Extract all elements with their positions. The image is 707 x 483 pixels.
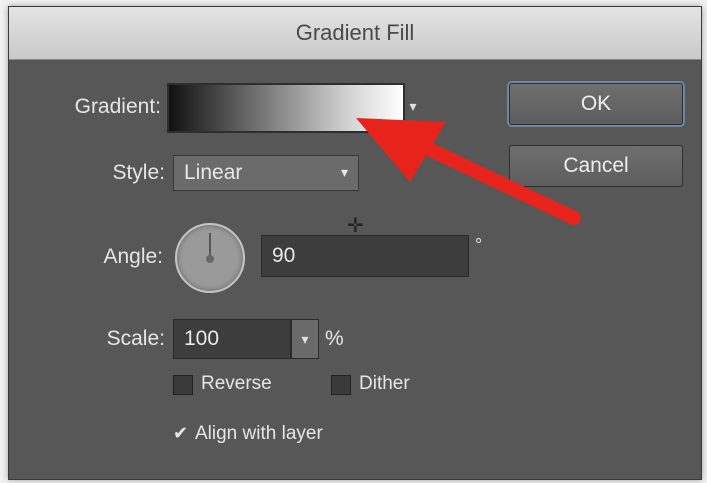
red-arrow-annotation-icon bbox=[356, 118, 581, 225]
